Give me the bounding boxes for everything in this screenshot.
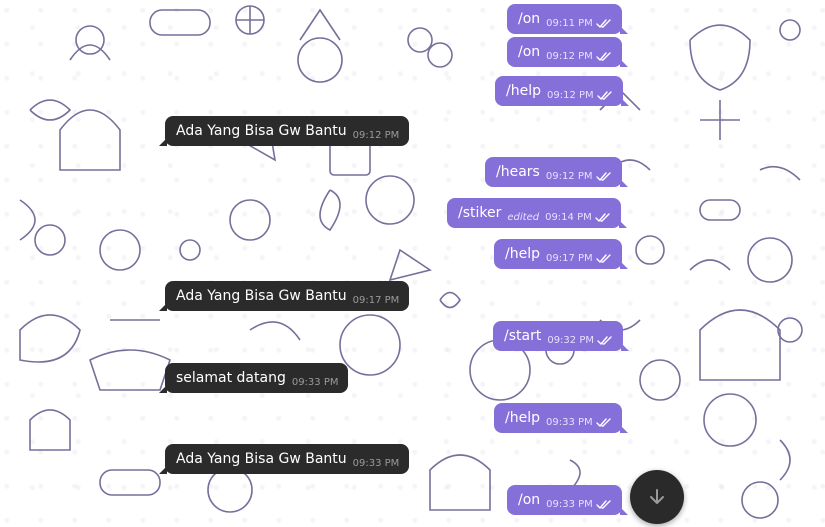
wallpaper-doodles-icon: [19, 5, 803, 519]
bubble-tail: [159, 138, 167, 146]
message-time: 09:17 PM: [352, 295, 400, 306]
message-time: 09:33 PM: [546, 499, 593, 510]
message-meta: 09:33 PM: [353, 458, 400, 469]
message-meta: 09:33 PM: [546, 499, 612, 510]
double-check-icon: [596, 51, 612, 62]
message-text: /start: [504, 328, 542, 344]
message-text: /help: [505, 246, 540, 262]
message-time: 09:12 PM: [546, 90, 594, 101]
message-meta: 09:12 PM: [547, 90, 613, 101]
message-time: 09:12 PM: [352, 130, 400, 141]
message-time: 09:33 PM: [545, 417, 593, 428]
message-meta: 09:12 PM: [546, 171, 612, 182]
double-check-icon: [595, 253, 612, 264]
edited-label: edited: [507, 212, 540, 223]
message-meta: 09:33 PM: [292, 377, 339, 388]
bubble-tail: [619, 507, 628, 515]
outgoing-message-bubble[interactable]: /start 09:32 PM: [493, 321, 629, 351]
double-check-icon: [595, 212, 611, 223]
bubble-tail: [159, 466, 167, 474]
message-meta: 09:12 PM: [546, 51, 612, 62]
double-check-icon: [595, 171, 612, 182]
message-text: /hears: [496, 164, 540, 180]
bubble-tail: [619, 261, 628, 269]
message-text: /on: [518, 492, 541, 508]
bubble-tail: [159, 385, 167, 393]
message-time: 09:33 PM: [352, 458, 400, 469]
outgoing-message-bubble[interactable]: /help 09:17 PM: [494, 239, 628, 269]
message-time: 09:14 PM: [545, 212, 592, 223]
message-meta: 09:33 PM: [546, 417, 612, 428]
message-meta: edited 09:14 PM: [507, 212, 610, 223]
message-text: /help: [506, 83, 541, 99]
outgoing-message-bubble[interactable]: /on 09:12 PM: [507, 37, 628, 67]
incoming-message-bubble[interactable]: selamat datang 09:33 PM: [159, 363, 349, 393]
message-text: selamat datang: [176, 370, 286, 386]
incoming-message-bubble[interactable]: Ada Yang Bisa Gw Bantu 09:33 PM: [159, 444, 410, 474]
bubble-tail: [619, 179, 628, 187]
outgoing-message-bubble[interactable]: /hears 09:12 PM: [485, 157, 628, 187]
chat-wallpaper: [0, 0, 825, 527]
scroll-to-bottom-button[interactable]: [630, 470, 684, 524]
bubble-tail: [620, 98, 629, 106]
message-meta: 09:12 PM: [353, 130, 400, 141]
outgoing-message-bubble[interactable]: /help 09:12 PM: [495, 76, 629, 106]
message-time: 09:32 PM: [547, 335, 594, 346]
message-text: Ada Yang Bisa Gw Bantu: [176, 451, 347, 467]
double-check-icon: [595, 417, 612, 428]
message-text: /help: [505, 410, 540, 426]
outgoing-message-bubble[interactable]: /help 09:33 PM: [494, 403, 628, 433]
message-meta: 09:17 PM: [546, 253, 612, 264]
double-check-icon: [596, 499, 612, 510]
message-time: 09:17 PM: [545, 253, 593, 264]
outgoing-message-bubble[interactable]: /on 09:11 PM: [507, 4, 628, 34]
bubble-tail: [159, 303, 167, 311]
arrow-down-icon: [650, 489, 664, 504]
message-meta: 09:11 PM: [546, 18, 612, 29]
bubble-tail: [619, 425, 628, 433]
message-time: 09:12 PM: [545, 171, 593, 182]
message-time: 09:12 PM: [546, 51, 593, 62]
incoming-message-bubble[interactable]: Ada Yang Bisa Gw Bantu 09:12 PM: [159, 116, 410, 146]
bubble-tail: [619, 59, 628, 67]
message-text: Ada Yang Bisa Gw Bantu: [176, 123, 347, 139]
incoming-message-bubble[interactable]: Ada Yang Bisa Gw Bantu 09:17 PM: [159, 281, 410, 311]
double-check-icon: [597, 335, 613, 346]
message-text: /stiker: [458, 205, 502, 221]
outgoing-message-bubble[interactable]: /on 09:33 PM: [507, 485, 628, 515]
message-text: /on: [518, 44, 541, 60]
bubble-tail: [619, 26, 628, 34]
message-time: 09:33 PM: [291, 377, 339, 388]
outgoing-message-bubble[interactable]: /stiker edited 09:14 PM: [447, 198, 627, 228]
message-time: 09:11 PM: [546, 18, 593, 29]
double-check-icon: [596, 18, 612, 29]
message-meta: 09:32 PM: [547, 335, 613, 346]
double-check-icon: [596, 90, 613, 101]
message-text: Ada Yang Bisa Gw Bantu: [176, 288, 347, 304]
bubble-tail: [618, 220, 627, 228]
message-meta: 09:17 PM: [353, 295, 400, 306]
bubble-tail: [620, 343, 629, 351]
message-text: /on: [518, 11, 541, 27]
